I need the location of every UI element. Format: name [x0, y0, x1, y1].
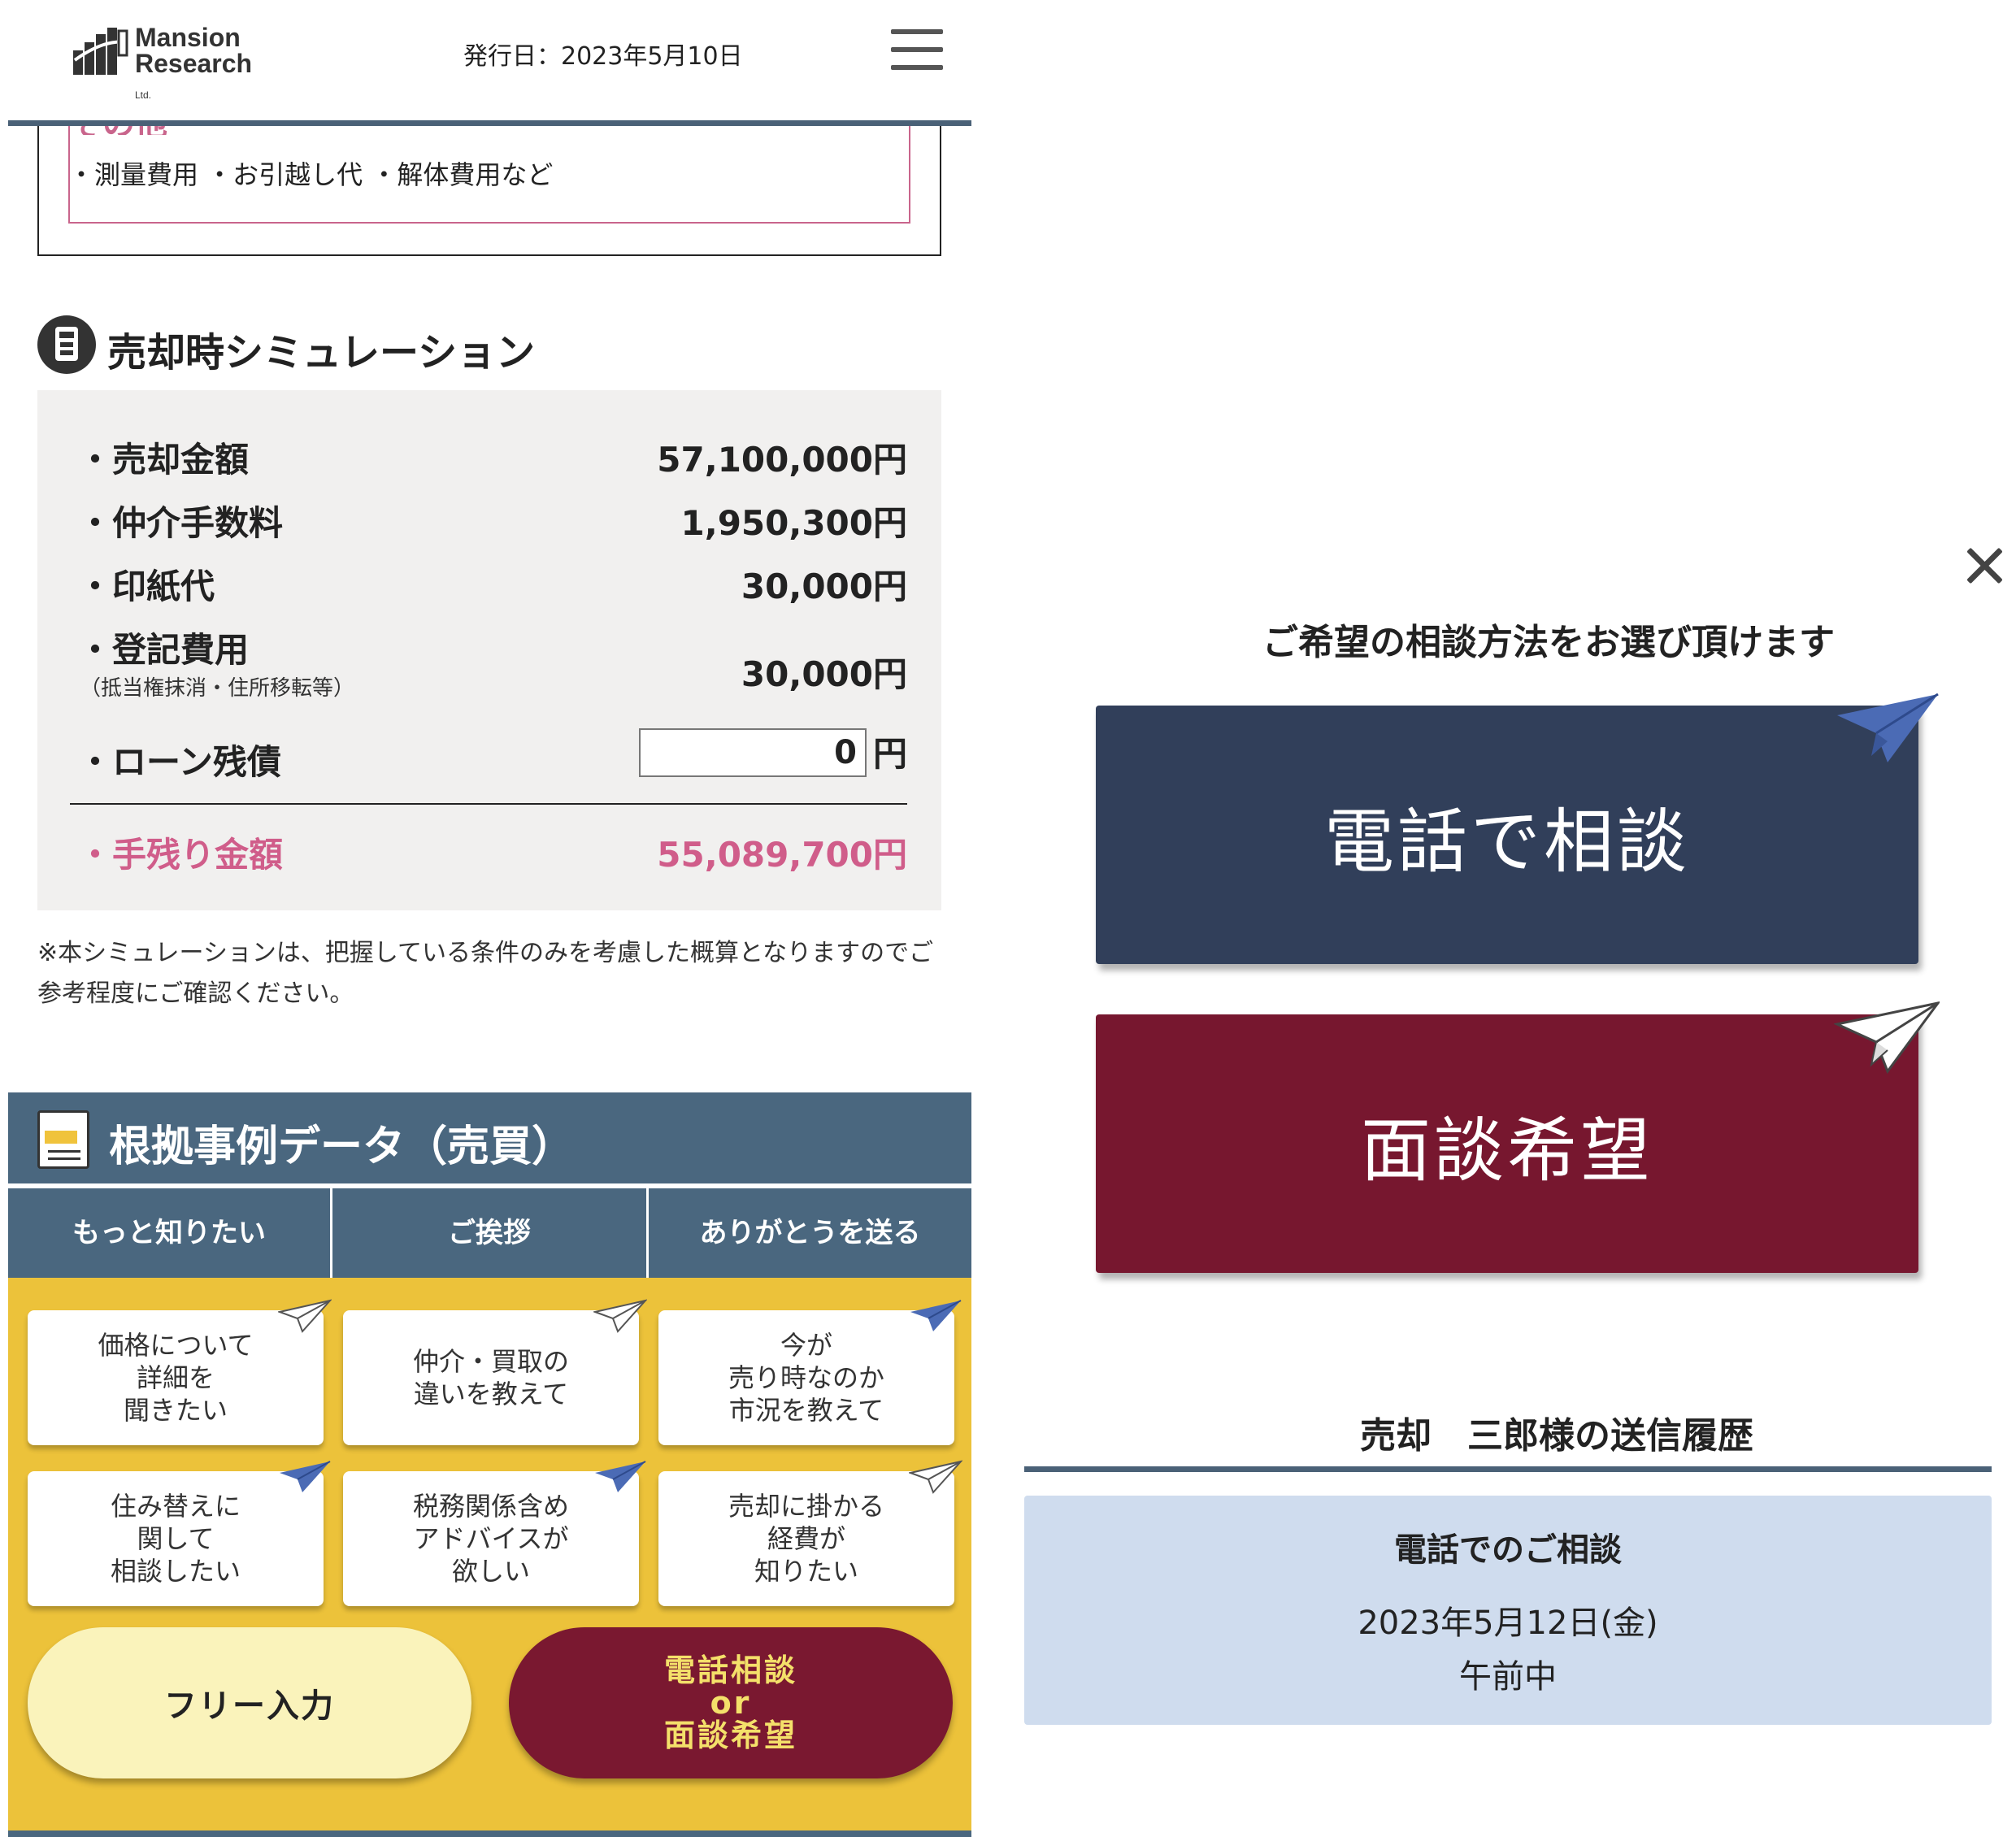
sim-label: ・印紙代 [78, 567, 215, 606]
sim-value: 57,100,000円 [657, 440, 907, 480]
quick-card-expenses[interactable]: 売却に掛かる 経費が 知りたい [658, 1460, 962, 1606]
history-title: 売却 三郎様の送信履歴 [1360, 1415, 1753, 1457]
history-type: 電話でのご相談 [1394, 1531, 1622, 1569]
simulation-title: 売却時シミュレーション [107, 330, 536, 376]
paper-plane-blue-icon [910, 1300, 962, 1331]
sim-label: ・仲介手数料 [78, 503, 284, 543]
sim-value: 55,089,700円 [657, 835, 907, 875]
data-section-title: 根拠事例データ（売買） [109, 1123, 575, 1171]
history-time: 午前中 [1459, 1658, 1557, 1696]
phone-consult-button[interactable]: 電話で相談 [1096, 693, 1939, 964]
sim-label: ・売却金額 [78, 440, 250, 480]
logo[interactable]: Mansion Research Ltd. [72, 23, 275, 101]
paper-plane-outline-icon [1834, 1001, 1940, 1075]
paper-plane-outline-icon [593, 1299, 647, 1333]
cost-items: ・測量費用 ・お引越し代 ・解体費用など [68, 159, 554, 190]
quick-card-tax[interactable]: 税務関係含め アドバイスが 欲しい [343, 1461, 646, 1606]
paper-plane-outline-icon [278, 1299, 332, 1333]
logo-text: Mansion Research Ltd. [135, 24, 275, 108]
left-panel: その他 ・測量費用 ・お引越し代 ・解体費用など Mansion Researc… [0, 0, 975, 1837]
card-text: 住み替えに 関して 相談したい [110, 1491, 241, 1587]
modal-prompt: ご希望の相談方法をお選び頂けます [1262, 622, 1835, 663]
tab-know-more[interactable]: もっと知りたい [8, 1188, 330, 1278]
calculator-icon [37, 315, 96, 374]
close-icon[interactable] [1961, 541, 2009, 590]
sim-value: 30,000円 [741, 654, 907, 694]
logo-building-icon [73, 28, 128, 75]
call-btn-line3: 面談希望 [663, 1718, 797, 1753]
bottom-divider [8, 1830, 971, 1837]
card-text: 今が 売り時なのか 市況を教えて [728, 1330, 884, 1426]
meeting-request-button[interactable]: 面談希望 [1096, 1001, 1940, 1273]
paper-plane-outline-icon [909, 1460, 962, 1494]
disclaimer: ※本シミュレーションは、把握している条件のみを考慮した概算となりますのでご参考程… [37, 939, 934, 1008]
card-text: 税務関係含め アドバイスが 欲しい [412, 1491, 569, 1587]
paper-plane-blue-icon [280, 1461, 331, 1492]
consult-modal: ご希望の相談方法をお選び頂けます 電話で相談 面談希望 売却 三郎様の送信履歴 … [1000, 0, 2016, 1837]
phone-consult-label: 電話で相談 [1324, 801, 1690, 883]
sim-label: ・登記費用 [78, 630, 250, 670]
app-header: Mansion Research Ltd. 発行日：2023年5月10日 [0, 0, 975, 122]
sim-registration-note: （抵当権抹消・住所移転等） [80, 676, 355, 701]
paper-plane-blue-icon [1837, 693, 1939, 762]
quick-card-price[interactable]: 価格について 詳細を 聞きたい [28, 1299, 332, 1445]
paper-plane-blue-icon [595, 1461, 646, 1492]
sim-row-sale-price: ・売却金額 57,100,000円 [78, 432, 907, 481]
quick-card-brokerage[interactable]: 仲介・買取の 違いを教えて [343, 1299, 647, 1445]
document-icon [37, 1110, 89, 1169]
quick-actions-panel: 価格について 詳細を 聞きたい 仲介・買取の 違いを教えて 今が 売り時なのか … [8, 1278, 971, 1837]
loan-unit: 円 [872, 734, 907, 774]
header-divider [8, 120, 971, 126]
simulation-box: ・売却金額 57,100,000円 ・仲介手数料 1,950,300円 ・印紙代… [37, 390, 941, 910]
sim-value: 1,950,300円 [680, 503, 907, 543]
sim-value: 30,000円 [741, 567, 907, 606]
card-text: 価格について 詳細を 聞きたい [98, 1330, 254, 1426]
tab-greeting[interactable]: ご挨拶 [332, 1188, 646, 1278]
logo-suffix: Ltd. [135, 89, 152, 101]
sim-divider [70, 803, 907, 805]
tab-bar: もっと知りたい ご挨拶 ありがとうを送る [8, 1188, 971, 1278]
sim-label: ・ローン残債 [78, 742, 281, 782]
card-text: 仲介・買取の 違いを教えて [412, 1346, 569, 1409]
card-text: 売却に掛かる 経費が 知りたい [728, 1491, 884, 1587]
sim-row-stamp: ・印紙代 30,000円 [78, 559, 907, 608]
sim-row-net: ・手残り金額 55,089,700円 [78, 827, 907, 876]
history-divider [1024, 1466, 1992, 1472]
hamburger-menu-icon[interactable] [891, 29, 943, 72]
history-date: 2023年5月12日(金) [1358, 1605, 1658, 1642]
call-btn-line1: 電話相談 [663, 1652, 797, 1688]
call-or-meeting-button[interactable]: 電話相談 or 面談希望 [509, 1627, 953, 1778]
quick-card-relocation[interactable]: 住み替えに 関して 相談したい [28, 1461, 331, 1606]
tab-send-thanks[interactable]: ありがとうを送る [649, 1188, 971, 1278]
free-input-button[interactable]: フリー入力 [28, 1627, 471, 1778]
call-btn-line2: or [710, 1685, 752, 1721]
logo-line2: Research [135, 49, 253, 78]
quick-card-market[interactable]: 今が 売り時なのか 市況を教えて [658, 1300, 962, 1445]
sim-row-commission: ・仲介手数料 1,950,300円 [78, 496, 907, 545]
loan-balance-input[interactable]: 0 [639, 728, 867, 777]
issue-date: 発行日：2023年5月10日 [463, 42, 743, 71]
data-section-header: 根拠事例データ（売買） [8, 1092, 971, 1183]
history-entry: 電話でのご相談 2023年5月12日(金) 午前中 [1024, 1496, 1992, 1725]
logo-line1: Mansion [135, 23, 241, 52]
meeting-request-label: 面談希望 [1361, 1110, 1653, 1192]
sim-row-loan: ・ローン残債 0 円 [78, 728, 907, 784]
sim-label: ・手残り金額 [78, 835, 284, 875]
